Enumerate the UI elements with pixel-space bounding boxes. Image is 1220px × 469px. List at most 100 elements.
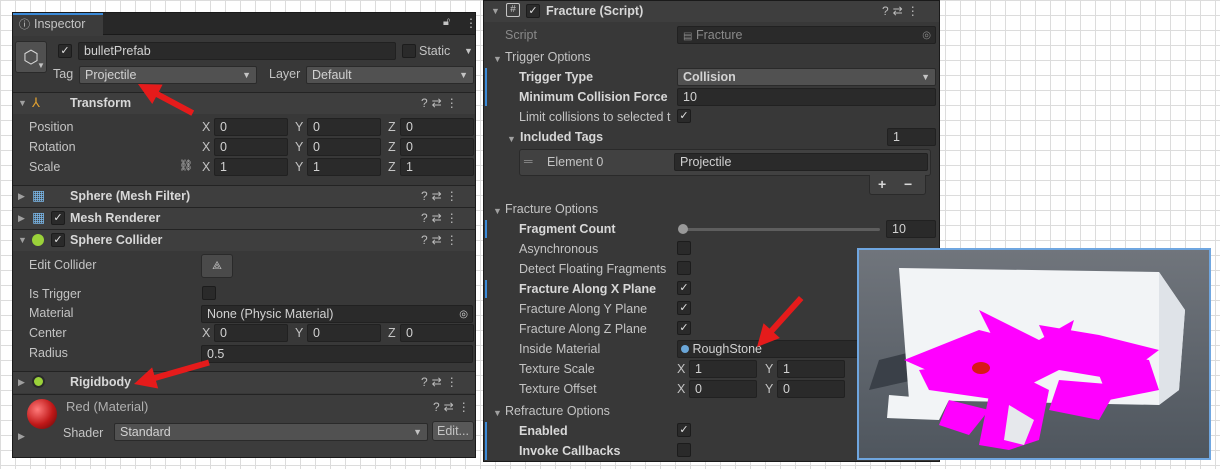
- edit-shader-button[interactable]: Edit...: [432, 421, 474, 441]
- foldout-open-icon[interactable]: ▼: [18, 98, 27, 108]
- component-menu-icons[interactable]: ?⇄⋮: [421, 96, 462, 110]
- center-axis-label-z[interactable]: Z: [388, 325, 396, 341]
- static-dropdown-icon[interactable]: ▼: [464, 46, 473, 56]
- rotation-axis-label-z[interactable]: Z: [388, 139, 396, 155]
- drag-handle-icon[interactable]: ═: [524, 154, 533, 168]
- component-menu-icons[interactable]: ?⇄⋮: [882, 4, 923, 18]
- rotation-axis-label-y[interactable]: Y: [295, 139, 303, 155]
- texture-offset-axis-label-x[interactable]: X: [677, 381, 685, 397]
- icon-dropdown-arrow[interactable]: ▼: [37, 61, 45, 70]
- fracture-options-label[interactable]: Fracture Options: [505, 201, 598, 217]
- along-y-checkbox[interactable]: ✓: [677, 301, 691, 315]
- foldout-open-icon[interactable]: ▼: [507, 134, 516, 144]
- center-field-z[interactable]: 0: [400, 324, 474, 342]
- center-field-y[interactable]: 0: [307, 324, 381, 342]
- texture-scale-axis-label-x[interactable]: X: [677, 361, 685, 377]
- position-field-y[interactable]: 0: [307, 118, 381, 136]
- fracture-enabled-checkbox[interactable]: ✓: [526, 4, 540, 18]
- invoke-callbacks-checkbox[interactable]: [677, 443, 691, 457]
- component-menu-icons[interactable]: ?⇄⋮: [421, 233, 462, 247]
- layer-dropdown[interactable]: Default ▼: [306, 66, 474, 84]
- rotation-field-x[interactable]: 0: [214, 138, 288, 156]
- inside-material-field[interactable]: RoughStone: [677, 340, 877, 358]
- remove-element-button[interactable]: −: [904, 176, 912, 192]
- mesh-renderer-header[interactable]: ▶ ▦ ✓ Mesh Renderer ?⇄⋮: [13, 207, 475, 229]
- scale-axis-label-y[interactable]: Y: [295, 159, 303, 175]
- trigger-type-dropdown[interactable]: Collision ▼: [677, 68, 936, 86]
- radius-field[interactable]: 0.5: [201, 345, 473, 363]
- foldout-closed-icon[interactable]: ▶: [18, 213, 25, 224]
- texture-scale-axis-label-y[interactable]: Y: [765, 361, 773, 377]
- asynchronous-checkbox[interactable]: [677, 241, 691, 255]
- edit-collider-button[interactable]: ⟁: [201, 254, 233, 278]
- scale-field-y[interactable]: 1: [307, 158, 381, 176]
- limit-collisions-checkbox[interactable]: ✓: [677, 109, 691, 123]
- more-vert-icon[interactable]: ⋮: [465, 16, 475, 30]
- scale-field-z[interactable]: 1: [400, 158, 474, 176]
- rotation-field-z[interactable]: 0: [400, 138, 474, 156]
- physic-material-field[interactable]: None (Physic Material) ◎: [201, 305, 473, 323]
- link-icon[interactable]: ⛓: [179, 159, 193, 172]
- shader-dropdown[interactable]: Standard ▼: [114, 423, 428, 441]
- scale-axis-label-z[interactable]: Z: [388, 159, 396, 175]
- texture-offset-field-x[interactable]: 0: [689, 380, 757, 398]
- center-axis-label-y[interactable]: Y: [295, 325, 303, 341]
- fragment-slider-thumb[interactable]: [678, 224, 688, 234]
- scale-field-x[interactable]: 1: [214, 158, 288, 176]
- position-axis-label-x[interactable]: X: [202, 119, 210, 135]
- included-tags-count[interactable]: 1: [887, 128, 936, 146]
- foldout-closed-icon[interactable]: ▶: [18, 191, 25, 202]
- sphere-collider-header[interactable]: ▼ ✓ Sphere Collider ?⇄⋮: [13, 229, 475, 251]
- foldout-closed-icon[interactable]: ▶: [18, 431, 25, 442]
- position-field-x[interactable]: 0: [214, 118, 288, 136]
- foldout-open-icon[interactable]: ▼: [493, 54, 502, 64]
- texture-offset-axis-label-y[interactable]: Y: [765, 381, 773, 397]
- min-force-field[interactable]: 10: [677, 88, 936, 106]
- refracture-options-label[interactable]: Refracture Options: [505, 403, 610, 419]
- texture-scale-field-x[interactable]: 1: [689, 360, 757, 378]
- texture-offset-field-y[interactable]: 0: [777, 380, 845, 398]
- mesh-filter-header[interactable]: ▶ ▦ Sphere (Mesh Filter) ?⇄⋮: [13, 185, 475, 207]
- along-z-checkbox[interactable]: ✓: [677, 321, 691, 335]
- included-tags-label[interactable]: Included Tags: [520, 129, 603, 145]
- component-menu-icons[interactable]: ?⇄⋮: [421, 189, 462, 203]
- foldout-open-icon[interactable]: ▼: [493, 206, 502, 216]
- tag-dropdown[interactable]: Projectile ▼: [79, 66, 257, 84]
- foldout-closed-icon[interactable]: ▶: [18, 377, 25, 388]
- rotation-axis-label-x[interactable]: X: [202, 139, 210, 155]
- transform-header[interactable]: ▼ ⅄ Transform ?⇄⋮: [13, 92, 475, 114]
- lock-icon[interactable]: 🔓︎: [443, 16, 450, 29]
- trigger-options-label[interactable]: Trigger Options: [505, 49, 591, 65]
- sphere-collider-checkbox[interactable]: ✓: [51, 233, 65, 247]
- fragment-count-field[interactable]: 10: [886, 220, 936, 238]
- position-field-z[interactable]: 0: [400, 118, 474, 136]
- texture-scale-field-y[interactable]: 1: [777, 360, 845, 378]
- is-trigger-checkbox[interactable]: [202, 286, 216, 300]
- center-field-x[interactable]: 0: [214, 324, 288, 342]
- component-menu-icons[interactable]: ?⇄⋮: [421, 211, 462, 225]
- along-x-checkbox[interactable]: ✓: [677, 281, 691, 295]
- add-element-button[interactable]: +: [878, 176, 886, 192]
- active-checkbox[interactable]: ✓: [58, 44, 72, 58]
- component-menu-icons[interactable]: ?⇄⋮: [421, 375, 462, 389]
- object-picker-icon[interactable]: ◎: [459, 307, 468, 322]
- element0-field[interactable]: Projectile: [674, 153, 928, 171]
- position-axis-label-z[interactable]: Z: [388, 119, 396, 135]
- rotation-field-y[interactable]: 0: [307, 138, 381, 156]
- fracture-title: Fracture (Script): [546, 4, 644, 18]
- refracture-enabled-checkbox[interactable]: ✓: [677, 423, 691, 437]
- mesh-renderer-checkbox[interactable]: ✓: [51, 211, 65, 225]
- foldout-open-icon[interactable]: ▼: [491, 6, 500, 16]
- scale-axis-label-x[interactable]: X: [202, 159, 210, 175]
- position-axis-label-y[interactable]: Y: [295, 119, 303, 135]
- material-menu-icons[interactable]: ?⇄⋮: [433, 400, 474, 414]
- foldout-open-icon[interactable]: ▼: [493, 408, 502, 418]
- foldout-open-icon[interactable]: ▼: [18, 235, 27, 245]
- object-name-field[interactable]: bulletPrefab: [78, 42, 396, 60]
- static-checkbox[interactable]: [402, 44, 416, 58]
- center-axis-label-x[interactable]: X: [202, 325, 210, 341]
- fracture-header[interactable]: ▼ # ✓ Fracture (Script) ?⇄⋮: [484, 1, 939, 22]
- rigidbody-header[interactable]: ▶ Rigidbody ?⇄⋮: [13, 371, 475, 393]
- fragment-slider-track[interactable]: [683, 228, 880, 231]
- detect-floating-checkbox[interactable]: [677, 261, 691, 275]
